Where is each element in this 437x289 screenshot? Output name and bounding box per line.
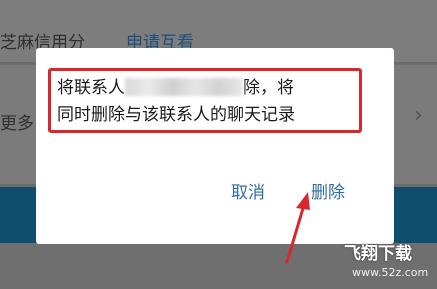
- delete-contact-dialog: 将联系人 除，将 同时删除与该联系人的聊天记录 取消 删除: [36, 48, 394, 244]
- message-highlight-box: 将联系人 除，将 同时删除与该联系人的聊天记录: [48, 68, 362, 133]
- message-line1-start: 将联系人: [57, 78, 125, 98]
- watermark-url: www.52z.com: [352, 266, 429, 279]
- more-label: 更多: [0, 114, 34, 134]
- message-line1-end: 除，将: [243, 78, 294, 98]
- chevron-right-icon: ›: [414, 103, 423, 128]
- message-line2: 同时删除与该联系人的聊天记录: [57, 105, 295, 125]
- dialog-message: 将联系人 除，将 同时删除与该联系人的聊天记录: [57, 75, 295, 129]
- blurred-contact-name: [125, 78, 243, 96]
- delete-button[interactable]: 删除: [311, 178, 345, 203]
- cancel-button[interactable]: 取消: [231, 178, 265, 203]
- watermark-logo: 飞翔下载: [344, 244, 412, 264]
